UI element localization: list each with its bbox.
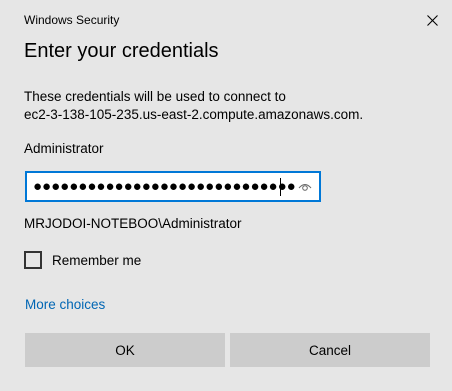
- username-label: Administrator: [24, 141, 104, 156]
- text-caret: [280, 178, 281, 196]
- close-icon: [426, 14, 438, 26]
- password-field[interactable]: ●●●●●●●●●●●●●●●●●●●●●●●●●●●●●: [25, 171, 321, 202]
- window-title: Windows Security: [24, 13, 120, 27]
- credentials-dialog: Windows Security Enter your credentials …: [0, 0, 452, 391]
- title-bar: Windows Security: [0, 0, 452, 34]
- cancel-button[interactable]: Cancel: [230, 333, 430, 367]
- dialog-heading: Enter your credentials: [24, 40, 219, 62]
- more-choices-link[interactable]: More choices: [25, 297, 105, 312]
- description-line-1: These credentials will be used to connec…: [24, 89, 286, 104]
- ok-button[interactable]: OK: [25, 333, 225, 367]
- remember-me-label: Remember me: [52, 252, 142, 268]
- eye-icon: [298, 184, 312, 191]
- domain-user-label: MRJODOI-NOTEBOO\Administrator: [24, 216, 242, 231]
- close-button[interactable]: [422, 10, 442, 30]
- checkbox-box[interactable]: [24, 251, 42, 269]
- reveal-password-button[interactable]: [297, 179, 313, 195]
- description-line-2: ec2-3-138-105-235.us-east-2.compute.amaz…: [24, 107, 364, 122]
- remember-me-checkbox[interactable]: Remember me: [24, 249, 141, 271]
- password-value: ●●●●●●●●●●●●●●●●●●●●●●●●●●●●●: [33, 178, 296, 195]
- description: These credentials will be used to connec…: [24, 88, 434, 124]
